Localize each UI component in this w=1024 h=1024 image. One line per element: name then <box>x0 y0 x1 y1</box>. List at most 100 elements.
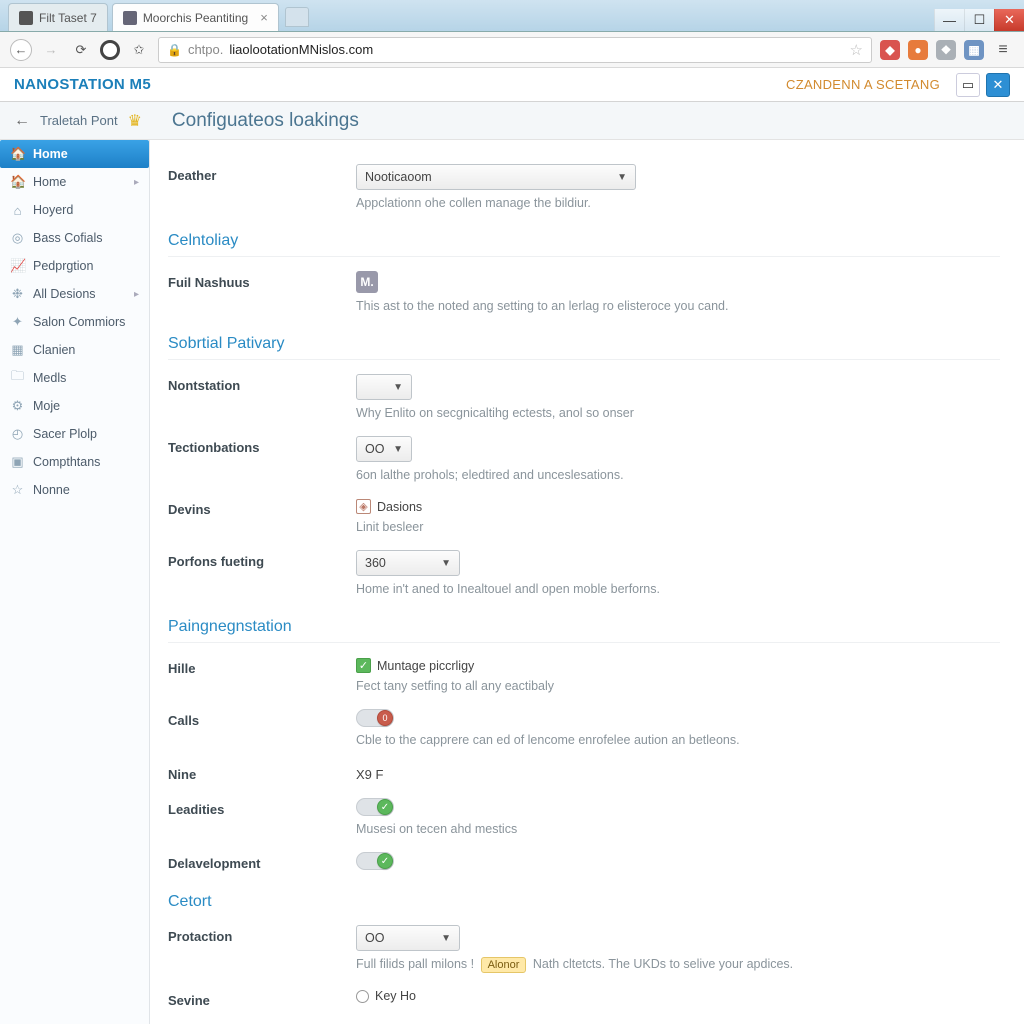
menu-icon[interactable]: ≡ <box>992 39 1014 61</box>
field-label: Tectionbations <box>168 436 356 455</box>
sidebar-item-all-desions[interactable]: ❉All Desions▸ <box>0 280 149 308</box>
sevine-radio[interactable]: Key Ho <box>356 989 416 1003</box>
content-area: Deather Nooticaoom ▼ Appclationn ohe col… <box>150 140 1024 1024</box>
header-layout-button[interactable]: ▭ <box>956 73 980 97</box>
window-minimize-button[interactable]: — <box>934 9 964 31</box>
new-tab-button[interactable] <box>285 7 309 27</box>
sidebar-item-pedprgtion[interactable]: 📈Pedprgtion <box>0 252 149 280</box>
tab-close-icon[interactable]: × <box>260 10 268 25</box>
extension-icon[interactable]: ● <box>908 40 928 60</box>
browser-tab-inactive[interactable]: Filt Taset 7 <box>8 3 108 31</box>
sidebar-item-sacer-plolp[interactable]: ◴ Sacer Plolp <box>0 420 149 448</box>
chevron-down-icon: ▼ <box>617 172 627 183</box>
tection-select[interactable]: OO ▼ <box>356 436 412 462</box>
leadities-toggle[interactable]: ✓ <box>356 798 394 816</box>
porfons-select[interactable]: 360 ▼ <box>356 550 460 576</box>
home-button[interactable] <box>100 40 120 60</box>
chevron-down-icon: ▼ <box>393 444 403 455</box>
sidebar-item-label: Sacer Plolp <box>33 427 97 441</box>
radio-label: Key Ho <box>375 989 416 1003</box>
extension-icon[interactable]: ◆ <box>880 40 900 60</box>
page-title: Configuateos loakings <box>172 110 359 132</box>
nonstation-select[interactable]: ▼ <box>356 374 412 400</box>
sidebar-item-hoyerd[interactable]: ⌂ Hoyerd <box>0 196 149 224</box>
sidebar-item-home[interactable]: 🏠Home <box>0 140 149 168</box>
helper-text: 6on lalthe prohols; eledtired and uncesl… <box>356 468 1000 482</box>
checkbox-checked-icon: ✓ <box>356 658 371 673</box>
sidebar-item-moje[interactable]: ⚙Moje <box>0 392 149 420</box>
window-close-button[interactable]: ✕ <box>994 9 1024 31</box>
sidebar-item-label: Salon Commiors <box>33 315 125 329</box>
select-value: 360 <box>365 556 386 570</box>
sidebar-item-label: Clanien <box>33 343 75 357</box>
sidebar-item-label: Hoyerd <box>33 203 73 217</box>
checkbox-icon: ◈ <box>356 499 371 514</box>
sidebar-icon: ▣ <box>10 454 25 470</box>
sidebar-icon: ▦ <box>10 342 25 358</box>
sidebar-icon: ❉ <box>10 286 25 302</box>
select-value: OO <box>365 442 384 456</box>
chevron-right-icon: ▸ <box>134 177 139 188</box>
address-bar[interactable]: 🔒 chtpo.liaolootationMNislos.com ☆ <box>158 37 872 63</box>
protection-select[interactable]: OO ▼ <box>356 925 460 951</box>
sidebar-item-bass-cofials[interactable]: ◎Bass Cofials <box>0 224 149 252</box>
bookmark-star-icon[interactable]: ✩ <box>128 39 150 61</box>
forward-button[interactable]: → <box>40 39 62 61</box>
helper-text: Home in't aned to Inealtouel andl open m… <box>356 582 1000 596</box>
header-close-button[interactable]: ✕ <box>986 73 1010 97</box>
url-prefix: chtpo. <box>188 42 223 57</box>
calls-toggle[interactable]: 0 <box>356 709 394 727</box>
section-heading: Cetort <box>168 893 1000 917</box>
field-label: Calls <box>168 709 356 728</box>
devins-checkbox[interactable]: ◈ Dasions <box>356 499 422 514</box>
sidebar-item-label: Medls <box>33 371 66 385</box>
window-maximize-button[interactable]: ☐ <box>964 9 994 31</box>
app-header: NANOSTATION M5 CZANDENN A SCETANG ▭ ✕ <box>0 68 1024 102</box>
browser-titlebar: Filt Taset 7 Moorchis Peantiting × — ☐ ✕ <box>0 0 1024 32</box>
radio-icon <box>356 990 369 1003</box>
checkbox-label: Muntage piccrligy <box>377 659 474 673</box>
tab-label: Filt Taset 7 <box>39 11 97 25</box>
tab-label: Moorchis Peantiting <box>143 11 248 25</box>
checkbox-label: Dasions <box>377 500 422 514</box>
sidebar-item-salon-commiors[interactable]: ✦ Salon Commiors <box>0 308 149 336</box>
sidebar-icon: ✦ <box>10 314 25 330</box>
sidebar-item-clanien[interactable]: ▦ Clanien <box>0 336 149 364</box>
star-icon[interactable]: ☆ <box>850 41 863 59</box>
sidebar-item-compthtans[interactable]: ▣Compthtans <box>0 448 149 476</box>
chip-badge[interactable]: M. <box>356 271 378 293</box>
select-value: Nooticaoom <box>365 170 432 184</box>
crown-icon: ♛ <box>128 111 142 131</box>
sidebar-item-label: Home <box>33 175 66 189</box>
favicon-icon <box>19 11 33 25</box>
sidebar-icon: ⌂ <box>10 203 25 218</box>
helper-text: Appclationn ohe collen manage the bildiu… <box>356 196 1000 210</box>
deather-select[interactable]: Nooticaoom ▼ <box>356 164 636 190</box>
sidebar-item-medls[interactable]: 🗀Medls <box>0 364 149 392</box>
back-button[interactable]: ← <box>10 39 32 61</box>
chevron-down-icon: ▼ <box>441 558 451 569</box>
brand-title: NANOSTATION M5 <box>14 76 151 93</box>
helper-text: Fect tany setfing to all any eactibaly <box>356 679 1000 693</box>
reload-button[interactable]: ⟳ <box>70 39 92 61</box>
development-toggle[interactable]: ✓ <box>356 852 394 870</box>
browser-tab-active[interactable]: Moorchis Peantiting × <box>112 3 279 31</box>
breadcrumb[interactable]: Traletah Pont <box>40 113 118 128</box>
helper-text: Cble to the capprere can ed of lencome e… <box>356 733 1000 747</box>
extension-icon[interactable]: ▦ <box>964 40 984 60</box>
crumb-back-icon[interactable]: ← <box>14 112 30 130</box>
sidebar-icon: 🏠 <box>10 174 25 190</box>
sidebar-item-label: Bass Cofials <box>33 231 102 245</box>
extension-icon[interactable]: ❖ <box>936 40 956 60</box>
sidebar-item-nonne[interactable]: ☆Nonne <box>0 476 149 504</box>
hille-checkbox[interactable]: ✓ Muntage piccrligy <box>356 658 474 673</box>
field-label: Protaction <box>168 925 356 944</box>
helper-text: Full filids pall milons ! Alonor Nath cl… <box>356 957 1000 973</box>
favicon-icon <box>123 11 137 25</box>
sidebar-item-home[interactable]: 🏠 Home ▸ <box>0 168 149 196</box>
sidebar-icon: ◴ <box>10 426 25 442</box>
browser-toolbar: ← → ⟳ ✩ 🔒 chtpo.liaolootationMNislos.com… <box>0 32 1024 68</box>
helper-segment: Full filids pall milons ! <box>356 957 474 971</box>
url-host: liaolootationMNislos.com <box>229 42 373 57</box>
helper-text: This ast to the noted ang setting to an … <box>356 299 1000 313</box>
